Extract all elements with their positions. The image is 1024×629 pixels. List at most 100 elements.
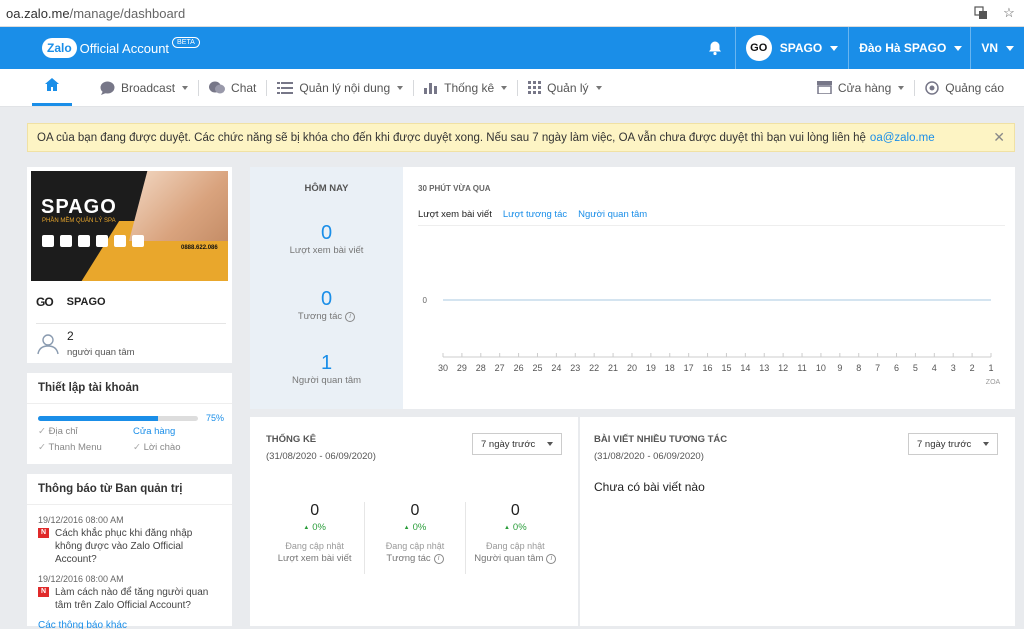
setup-item-greeting[interactable]: Lời chào	[133, 442, 228, 453]
go-logo-icon: GO	[36, 295, 54, 309]
banner-subtitle: PHẦN MỀM QUẢN LÝ SPA	[42, 218, 116, 224]
nav-statistics[interactable]: Thống kê	[414, 69, 517, 106]
x-tick-label: 15	[721, 363, 731, 373]
banner-title: SPAGO	[41, 196, 117, 218]
x-tick-label: 17	[684, 363, 694, 373]
topposts-period-select[interactable]: 7 ngày trước	[908, 433, 998, 455]
setup-progress: 75%	[38, 413, 224, 423]
today-title: HÔM NAY	[304, 183, 349, 194]
nav-store[interactable]: Cửa hàng	[807, 69, 914, 106]
x-tick-label: 24	[551, 363, 561, 373]
review-alert: OA của bạn đang được duyệt. Các chức năn…	[27, 123, 1015, 152]
x-tick-label: 10	[816, 363, 826, 373]
messages-icon	[209, 81, 226, 95]
last-30-min-panel: 30 PHÚT VỪA QUA Lượt xem bài viết Lượt t…	[403, 167, 1015, 409]
y-tick-label: 0	[423, 296, 428, 305]
chevron-down-icon	[983, 442, 989, 446]
x-tick-label: 28	[476, 363, 486, 373]
browser-address-bar[interactable]: oa.zalo.me/manage/dashboard ☆	[0, 0, 1024, 27]
metric-interactions: 0 0% Đang cập nhật Tương táci	[365, 502, 466, 574]
top-header: Zalo Official Account BETA GO SPAGO Đào …	[0, 27, 1024, 69]
user-menu[interactable]: Đào Hà SPAGO	[849, 27, 972, 69]
more-notices-link[interactable]: Các thông báo khác	[27, 620, 232, 629]
topposts-range: (31/08/2020 - 06/09/2020)	[594, 451, 704, 462]
setup-item-store[interactable]: Cửa hàng	[133, 426, 228, 437]
x-tick-label: 11	[797, 363, 806, 373]
x-tick-label: 25	[532, 363, 542, 373]
store-icon	[816, 81, 832, 94]
notice-item[interactable]: 19/12/2016 08:00 AM N Làm cách nào để tăn…	[38, 574, 221, 612]
x-tick-label: 3	[951, 363, 956, 373]
x-tick-label: 30	[438, 363, 448, 373]
x-tick-label: 20	[627, 363, 637, 373]
nav-manage[interactable]: Quản lý	[518, 69, 611, 106]
x-tick-label: 26	[514, 363, 524, 373]
chevron-down-icon	[954, 45, 963, 51]
x-tick-label: 4	[932, 363, 937, 373]
x-tick-label: 8	[856, 363, 861, 373]
chevron-down-icon	[830, 45, 839, 51]
translate-icon[interactable]	[972, 4, 990, 22]
banner-phone: 0888.622.086	[181, 245, 218, 251]
x-tick-label: 16	[703, 363, 713, 373]
spa-photo	[129, 171, 228, 241]
account-switcher[interactable]: GO SPAGO	[736, 27, 850, 69]
info-icon[interactable]: i	[433, 553, 444, 564]
nav-home[interactable]	[32, 69, 72, 106]
nav-ads[interactable]: Quảng cáo	[915, 69, 1014, 106]
bar-chart-icon	[424, 81, 438, 94]
follower-count: 2 người quan tâm	[37, 329, 135, 358]
x-tick-label: 5	[913, 363, 918, 373]
topposts-title: BÀI VIẾT NHIỀU TƯƠNG TÁC	[594, 434, 728, 445]
x-tick-label: 21	[608, 363, 618, 373]
profile-name[interactable]: GO SPAGO	[36, 295, 106, 309]
profile-card: SPAGO PHẦN MỀM QUẢN LÝ SPA 0888.622.086 …	[27, 167, 232, 363]
notices-title: Thông báo từ Ban quản trị	[27, 474, 232, 505]
new-badge-icon: N	[38, 587, 49, 597]
language-switcher[interactable]: VN	[971, 27, 1024, 69]
stats7-range: (31/08/2020 - 06/09/2020)	[266, 451, 376, 462]
banner-feature-icons	[42, 235, 144, 247]
new-badge-icon: N	[38, 528, 49, 538]
x-tick-label: 9	[837, 363, 842, 373]
top-posts-panel: BÀI VIẾT NHIỀU TƯƠNG TÁC (31/08/2020 - 0…	[580, 417, 1015, 626]
today-interactions: 0 Tương tác i	[250, 288, 403, 322]
nav-content[interactable]: Quản lý nội dung	[267, 69, 413, 106]
close-icon[interactable]: ✕	[993, 129, 1005, 146]
setup-item-address[interactable]: Địa chỉ	[38, 426, 133, 437]
zalo-oa-logo[interactable]: Zalo Official Account BETA	[42, 36, 200, 58]
today-followers: 1 Người quan tâm	[291, 352, 362, 386]
nav-broadcast[interactable]: Broadcast	[90, 69, 198, 106]
url-text[interactable]: oa.zalo.me/manage/dashboard	[6, 6, 962, 21]
setup-item-menu[interactable]: Thanh Menu	[38, 442, 133, 453]
x-tick-label: 7	[875, 363, 880, 373]
user-icon	[37, 333, 59, 354]
cover-banner[interactable]: SPAGO PHẦN MỀM QUẢN LÝ SPA 0888.622.086	[31, 171, 228, 281]
stats7-period-select[interactable]: 7 ngày trước	[472, 433, 562, 455]
chat-bubble-icon	[100, 81, 115, 95]
x-tick-label: 14	[740, 363, 750, 373]
x-tick-label: 13	[759, 363, 769, 373]
bookmark-star-icon[interactable]: ☆	[1000, 4, 1018, 22]
target-icon	[925, 80, 940, 95]
x-tick-label: 27	[495, 363, 505, 373]
x-tick-label: 23	[570, 363, 580, 373]
nav-chat[interactable]: Chat	[199, 69, 266, 106]
x-tick-label: 2	[970, 363, 975, 373]
last30-chart: 030 29 28 27 26 25 24 23 22 21 20 19 18 17 16 15 14 13 12 1…	[423, 296, 1001, 386]
account-setup-card: Thiết lập tài khoản 75% Địa chỉ Cửa hàng…	[27, 373, 232, 464]
info-icon[interactable]: i	[345, 311, 356, 322]
notification-bell-icon[interactable]	[696, 27, 736, 69]
notice-item[interactable]: 19/12/2016 08:00 AM N Cách khắc phục khi …	[38, 515, 221, 566]
account-avatar: GO	[745, 35, 772, 61]
x-tick-label: 18	[665, 363, 675, 373]
home-icon	[45, 78, 59, 94]
setup-title: Thiết lập tài khoản	[27, 373, 232, 404]
x-axis-label: ZOA	[986, 379, 1001, 386]
info-icon[interactable]: i	[546, 553, 557, 564]
chevron-down-icon	[1006, 45, 1014, 51]
metric-views: 0 0% Đang cập nhật Lượt xem bài viết	[265, 502, 366, 574]
x-tick-label: 19	[646, 363, 656, 373]
chevron-down-icon	[547, 442, 553, 446]
contact-email-link[interactable]: oa@zalo.me	[870, 132, 935, 144]
